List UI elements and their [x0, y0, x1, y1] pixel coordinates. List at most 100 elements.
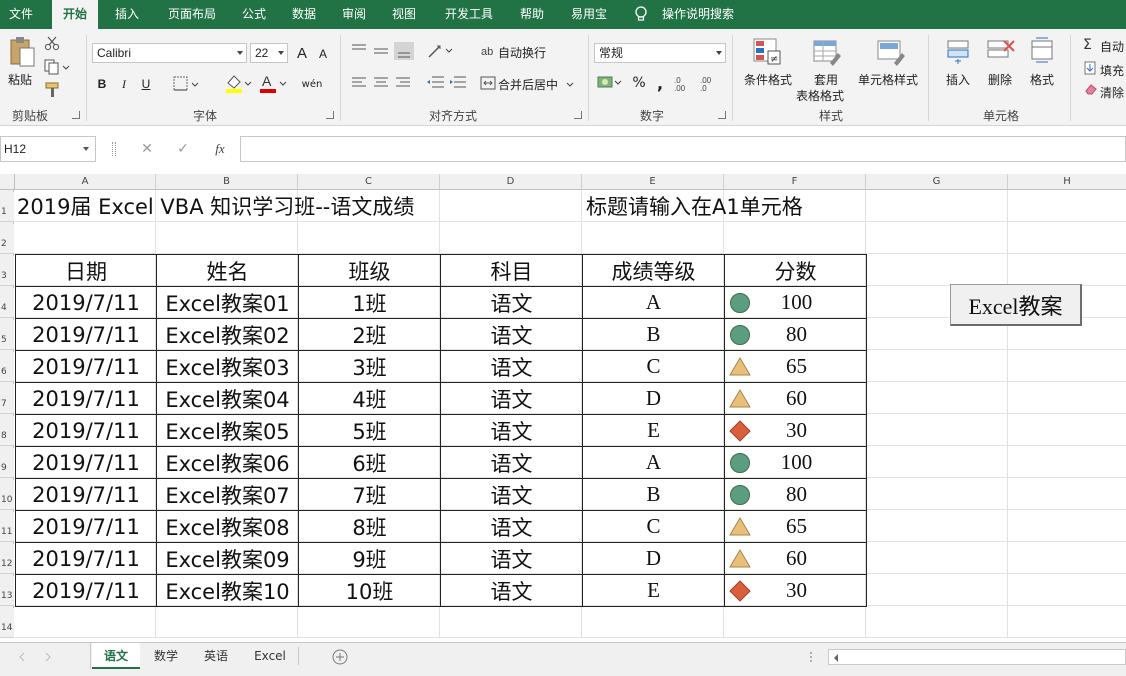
cell-score[interactable]: 30	[725, 575, 866, 606]
grip-icon[interactable]	[112, 142, 116, 156]
cell-score[interactable]: 60	[725, 543, 866, 574]
sheet-tab-math[interactable]: 数学	[142, 643, 190, 669]
cell-score[interactable]: 65	[725, 351, 866, 382]
conditional-format-icon[interactable]: ≠	[752, 37, 782, 67]
horizontal-align-icons[interactable]	[350, 73, 414, 93]
column-header-e[interactable]: E	[582, 174, 724, 190]
number-launcher-icon[interactable]	[718, 111, 726, 119]
orientation-icon[interactable]	[426, 41, 456, 61]
row-header-13[interactable]: 13	[0, 576, 14, 606]
row-header-4[interactable]: 4	[0, 288, 14, 318]
cell-class[interactable]: 10班	[299, 575, 440, 606]
select-all-corner[interactable]	[0, 174, 15, 190]
cell-subject[interactable]: 语文	[441, 383, 582, 414]
autosum-button[interactable]: 自动	[1100, 38, 1124, 55]
cell-name[interactable]: Excel教案10	[157, 575, 298, 606]
sheet-tab-english[interactable]: 英语	[192, 643, 240, 669]
cut-icon[interactable]	[44, 35, 60, 51]
cancel-icon[interactable]: ✕	[138, 138, 156, 160]
tab-review[interactable]: 审阅	[334, 0, 374, 29]
cell-name[interactable]: Excel教案07	[157, 479, 298, 510]
merge-center-button[interactable]: 合并后居中	[498, 76, 558, 93]
column-header-d[interactable]: D	[440, 174, 582, 190]
cell-class[interactable]: 6班	[299, 447, 440, 478]
cell-name[interactable]: Excel教案08	[157, 511, 298, 542]
tab-home[interactable]: 开始	[52, 0, 98, 29]
tab-formulas[interactable]: 公式	[234, 0, 274, 29]
column-header-h[interactable]: H	[1008, 174, 1126, 190]
shrink-font-button[interactable]: A	[316, 45, 330, 63]
format-cells-button[interactable]: 格式	[1030, 71, 1054, 88]
cell-name[interactable]: Excel教案03	[157, 351, 298, 382]
cell-subject[interactable]: 语文	[441, 351, 582, 382]
column-header-g[interactable]: G	[866, 174, 1008, 190]
row-header-9[interactable]: 9	[0, 448, 14, 478]
header-subject[interactable]: 科目	[441, 255, 582, 286]
cell-grade[interactable]: B	[583, 479, 724, 510]
cell-name[interactable]: Excel教案09	[157, 543, 298, 574]
delete-cells-icon[interactable]	[986, 37, 1016, 65]
insert-cells-button[interactable]: 插入	[946, 71, 970, 88]
number-format-select[interactable]: 常规	[594, 43, 726, 63]
cell-grade[interactable]: A	[583, 447, 724, 478]
cell-score[interactable]: 80	[725, 479, 866, 510]
prev-sheet-icon[interactable]	[18, 651, 26, 662]
sheet-title-a1[interactable]: 2019届 Excel VBA 知识学习班--语文成绩	[17, 190, 414, 222]
currency-icon[interactable]	[596, 73, 624, 93]
indent-icons[interactable]	[426, 73, 470, 93]
enter-icon[interactable]: ✓	[174, 138, 192, 160]
cell-subject[interactable]: 语文	[441, 447, 582, 478]
cell-grade[interactable]: D	[583, 383, 724, 414]
row-header-6[interactable]: 6	[0, 352, 14, 382]
cell-date[interactable]: 2019/7/11	[16, 511, 156, 542]
tab-page-layout[interactable]: 页面布局	[160, 0, 224, 29]
header-class[interactable]: 班级	[299, 255, 440, 286]
cell-name[interactable]: Excel教案05	[157, 415, 298, 446]
bold-button[interactable]: B	[94, 75, 110, 93]
formula-input[interactable]	[240, 136, 1126, 162]
paste-button[interactable]: 粘贴	[8, 71, 32, 88]
font-size-select[interactable]: 22	[250, 43, 288, 63]
sheet-note-d1[interactable]: 标题请输入在A1单元格	[586, 190, 803, 222]
chevron-down-icon[interactable]	[566, 78, 574, 87]
horizontal-scrollbar[interactable]	[828, 649, 1126, 665]
format-painter-icon[interactable]	[44, 82, 62, 98]
cell-grade[interactable]: A	[583, 287, 724, 318]
phonetic-button[interactable]: wén	[300, 73, 324, 95]
format-as-table-icon[interactable]	[812, 37, 842, 67]
cell-subject[interactable]: 语文	[441, 511, 582, 542]
cell-class[interactable]: 8班	[299, 511, 440, 542]
wrap-text-button[interactable]: 自动换行	[498, 44, 546, 61]
fill-color-icon[interactable]	[224, 73, 252, 95]
font-name-select[interactable]: Calibri	[92, 43, 247, 63]
cell-subject[interactable]: 语文	[441, 287, 582, 318]
cell-class[interactable]: 2班	[299, 319, 440, 350]
percent-button[interactable]: %	[630, 73, 648, 93]
column-header-a[interactable]: A	[15, 174, 156, 190]
cell-grade[interactable]: E	[583, 575, 724, 606]
vertical-align-icons[interactable]	[350, 41, 414, 61]
cell-score[interactable]: 60	[725, 383, 866, 414]
header-date[interactable]: 日期	[16, 255, 156, 286]
clipboard-launcher-icon[interactable]	[72, 111, 80, 119]
cell-date[interactable]: 2019/7/11	[16, 415, 156, 446]
cell-styles-icon[interactable]	[876, 37, 906, 67]
column-header-c[interactable]: C	[298, 174, 440, 190]
decimal-icons[interactable]: .0.00.00.0	[672, 75, 724, 93]
cell-styles-button[interactable]: 单元格样式	[858, 71, 918, 88]
insert-function-icon[interactable]: fx	[210, 138, 230, 160]
row-header-2[interactable]: 2	[0, 224, 14, 254]
macro-button[interactable]: Excel教案	[950, 284, 1082, 326]
splitter-icon[interactable]	[806, 651, 816, 663]
alignment-launcher-icon[interactable]	[574, 111, 582, 119]
cell-class[interactable]: 3班	[299, 351, 440, 382]
underline-button[interactable]: U	[138, 75, 154, 93]
cell-score[interactable]: 65	[725, 511, 866, 542]
cell-class[interactable]: 1班	[299, 287, 440, 318]
format-cells-icon[interactable]	[1028, 37, 1056, 65]
autosum-icon[interactable]: Σ	[1082, 37, 1096, 53]
add-sheet-icon[interactable]	[332, 649, 348, 665]
cell-date[interactable]: 2019/7/11	[16, 447, 156, 478]
conditional-format-button[interactable]: 条件格式	[744, 71, 792, 88]
copy-icon[interactable]	[44, 59, 70, 75]
